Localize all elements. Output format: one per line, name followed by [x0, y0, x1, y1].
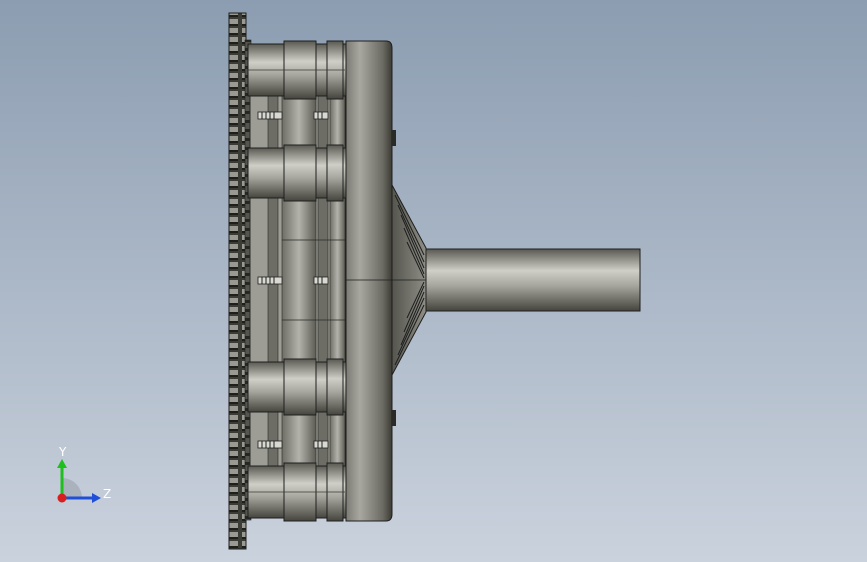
ring-gear-teeth [228, 12, 247, 550]
x-axis-dot [57, 493, 67, 503]
y-axis-label: Y [58, 445, 67, 459]
flange-lug-top [392, 130, 396, 146]
graphics-viewport[interactable]: Y Z [0, 0, 867, 562]
flange-disc [345, 40, 393, 522]
cad-model-view[interactable]: Y Z [0, 0, 867, 562]
flange-lug-bottom [392, 410, 396, 426]
output-flange[interactable] [345, 40, 396, 522]
output-shaft[interactable] [425, 248, 641, 312]
z-axis-label: Z [103, 487, 111, 501]
shaft-body [425, 248, 641, 312]
